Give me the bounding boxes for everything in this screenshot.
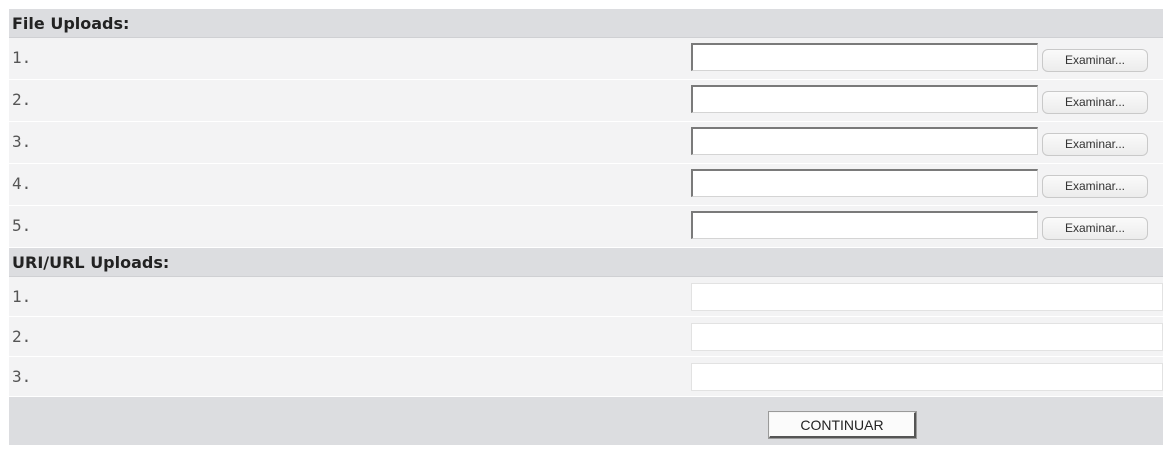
- row-number: 1.: [12, 48, 32, 67]
- file-path-field[interactable]: [691, 169, 1038, 197]
- file-upload-row: 1. Examinar...: [9, 38, 1163, 80]
- url-input[interactable]: [691, 283, 1163, 311]
- browse-button[interactable]: Examinar...: [1042, 175, 1148, 198]
- row-number: 1.: [12, 287, 32, 306]
- row-number: 3.: [12, 132, 32, 151]
- url-upload-row: 2.: [9, 317, 1163, 357]
- browse-button[interactable]: Examinar...: [1042, 49, 1148, 72]
- row-number: 2.: [12, 90, 32, 109]
- file-uploads-header: File Uploads:: [9, 9, 1163, 38]
- row-number: 3.: [12, 367, 32, 386]
- file-upload-row: 2. Examinar...: [9, 80, 1163, 122]
- browse-button[interactable]: Examinar...: [1042, 217, 1148, 240]
- file-upload-row: 5. Examinar...: [9, 206, 1163, 248]
- url-input[interactable]: [691, 363, 1163, 391]
- continue-button[interactable]: CONTINUAR: [768, 411, 917, 439]
- browse-button[interactable]: Examinar...: [1042, 133, 1148, 156]
- browse-button[interactable]: Examinar...: [1042, 91, 1148, 114]
- file-upload-row: 3. Examinar...: [9, 122, 1163, 164]
- row-number: 4.: [12, 174, 32, 193]
- row-number: 2.: [12, 327, 32, 346]
- url-input[interactable]: [691, 323, 1163, 351]
- upload-form: File Uploads: 1. Examinar... 2. Examinar…: [9, 9, 1163, 445]
- file-path-field[interactable]: [691, 43, 1038, 71]
- file-upload-row: 4. Examinar...: [9, 164, 1163, 206]
- url-upload-row: 1.: [9, 277, 1163, 317]
- file-path-field[interactable]: [691, 85, 1038, 113]
- form-footer: CONTINUAR: [9, 397, 1163, 445]
- file-path-field[interactable]: [691, 127, 1038, 155]
- url-uploads-header: URI/URL Uploads:: [9, 248, 1163, 277]
- row-number: 5.: [12, 216, 32, 235]
- url-upload-row: 3.: [9, 357, 1163, 397]
- file-path-field[interactable]: [691, 211, 1038, 239]
